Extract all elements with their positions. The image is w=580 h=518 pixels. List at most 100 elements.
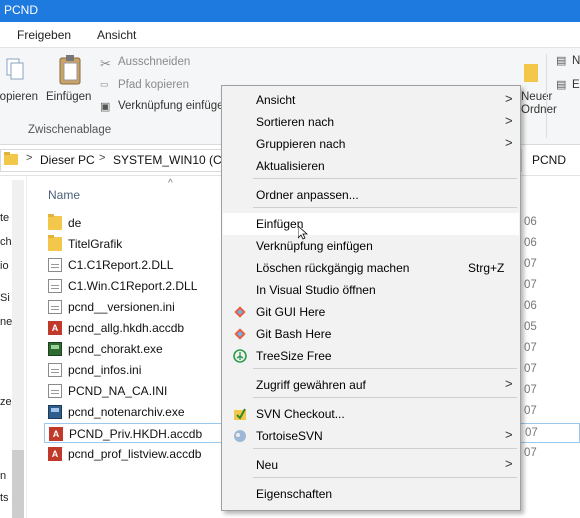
- file-date: 05: [524, 321, 537, 333]
- paste-shortcut-button[interactable]: Verknüpfung einfügen: [118, 100, 230, 112]
- menu-item[interactable]: Verknüpfung einfügen: [223, 235, 519, 257]
- ribbon-tabs: Freigeben Ansicht: [0, 22, 580, 48]
- document-icon: [48, 258, 62, 272]
- breadcrumb-pcnd[interactable]: PCND: [532, 153, 566, 167]
- submenu-arrow-icon: >: [505, 456, 513, 471]
- ribbon-separator: [546, 54, 547, 138]
- menu-item[interactable]: In Visual Studio öffnen: [223, 279, 519, 301]
- menu-item[interactable]: Git GUI Here: [223, 301, 519, 323]
- new-folder-line1[interactable]: Neuer: [521, 91, 552, 103]
- file-name: pcnd_chorakt.exe: [68, 342, 163, 356]
- menu-item-label: SVN Checkout...: [256, 407, 345, 421]
- file-name: TitelGrafik: [68, 237, 123, 251]
- menu-item[interactable]: Git Bash Here: [223, 323, 519, 345]
- submenu-arrow-icon: >: [505, 135, 513, 150]
- file-date: 07: [524, 405, 537, 417]
- copy-button[interactable]: Kopieren: [0, 91, 38, 103]
- new-item-button[interactable]: N: [572, 55, 580, 67]
- paste-icon[interactable]: [57, 54, 83, 86]
- window-title: PCND: [4, 3, 39, 17]
- nav-item[interactable]: ch: [0, 236, 12, 248]
- access-file-icon: A: [48, 447, 62, 461]
- file-date: 07: [524, 384, 537, 396]
- exe-file-icon: [48, 405, 62, 419]
- menu-item[interactable]: Neu >: [223, 454, 519, 476]
- copy-path-icon: ▭: [100, 79, 109, 89]
- file-name: de: [68, 216, 82, 230]
- folder-icon: [48, 214, 62, 230]
- file-date: 06: [524, 216, 537, 228]
- svn-checkout-icon: [233, 407, 247, 421]
- mouse-cursor-icon: [297, 225, 309, 240]
- tab-freigeben[interactable]: Freigeben: [17, 28, 71, 42]
- menu-item-shortcut: Strg+Z: [468, 261, 505, 275]
- menu-item[interactable]: Aktualisieren: [223, 155, 519, 177]
- breadcrumb-this-pc[interactable]: Dieser PC: [40, 153, 95, 167]
- cut-button[interactable]: Ausschneiden: [118, 56, 190, 68]
- menu-item-label: Verknüpfung einfügen: [256, 239, 373, 253]
- easy-access-button[interactable]: E: [572, 79, 580, 91]
- menu-item[interactable]: Zugriff gewähren auf >: [223, 374, 519, 396]
- menu-item[interactable]: Sortieren nach >: [223, 111, 519, 133]
- menu-item[interactable]: TortoiseSVN >: [223, 425, 519, 447]
- menu-separator: [253, 178, 517, 179]
- submenu-arrow-icon: >: [505, 376, 513, 391]
- menu-item[interactable]: TreeSize Free: [223, 345, 519, 367]
- file-name: pcnd__versionen.ini: [68, 300, 175, 314]
- menu-item-label: TortoiseSVN: [256, 429, 323, 443]
- paste-shortcut-icon: ▣: [100, 101, 111, 113]
- menu-item-label: Zugriff gewähren auf: [256, 378, 366, 392]
- file-date: 07: [524, 258, 537, 270]
- file-name: pcnd_infos.ini: [68, 363, 142, 377]
- nav-item[interactable]: ze: [0, 396, 12, 408]
- file-name: pcnd_notenarchiv.exe: [68, 405, 185, 419]
- menu-item-label: Git Bash Here: [256, 327, 332, 341]
- nav-item[interactable]: n: [0, 470, 6, 482]
- file-date: 06: [524, 300, 537, 312]
- document-icon: [48, 300, 62, 314]
- nav-scrollbar-thumb[interactable]: [12, 450, 24, 518]
- tab-ansicht[interactable]: Ansicht: [97, 28, 136, 42]
- nav-item[interactable]: Si: [0, 292, 10, 304]
- breadcrumb-separator: >: [26, 152, 33, 164]
- menu-separator: [253, 477, 517, 478]
- menu-item[interactable]: Ansicht >: [223, 89, 519, 111]
- copy-icon[interactable]: [6, 56, 24, 82]
- menu-item-label: Ansicht: [256, 93, 296, 107]
- file-name: pcnd_allg.hkdh.accdb: [68, 321, 185, 335]
- menu-item-label: Aktualisieren: [256, 159, 325, 173]
- menu-item[interactable]: Eigenschaften: [223, 483, 519, 505]
- folder-icon: [4, 152, 18, 165]
- file-name: C1.C1Report.2.DLL: [68, 258, 174, 272]
- tortoisesvn-icon: [233, 429, 247, 443]
- menu-item-label: TreeSize Free: [256, 349, 332, 363]
- menu-item-label: Git GUI Here: [256, 305, 326, 319]
- menu-item[interactable]: SVN Checkout...: [223, 403, 519, 425]
- nav-item[interactable]: io: [0, 260, 9, 272]
- submenu-arrow-icon: >: [505, 91, 513, 106]
- menu-item[interactable]: Einfügen: [223, 213, 519, 235]
- column-header-name[interactable]: Name: [48, 188, 80, 202]
- copy-path-button[interactable]: Pfad kopieren: [118, 79, 189, 91]
- menu-separator: [253, 207, 517, 208]
- menu-item-label: Einfügen: [256, 217, 304, 231]
- new-folder-line2[interactable]: Ordner: [521, 104, 557, 116]
- folder-icon: [48, 235, 62, 251]
- nav-item[interactable]: ne: [0, 316, 12, 328]
- menu-item-label: Sortieren nach: [256, 115, 335, 129]
- nav-item[interactable]: ts: [0, 492, 9, 504]
- file-date: 07: [524, 363, 537, 375]
- nav-item[interactable]: te: [0, 212, 9, 224]
- exe-file-icon: [48, 342, 62, 356]
- menu-item[interactable]: Löschen rückgängig machen Strg+Z: [223, 257, 519, 279]
- title-bar: PCND: [0, 0, 580, 22]
- paste-button[interactable]: Einfügen: [46, 91, 91, 103]
- cut-icon: ✂: [100, 56, 111, 71]
- access-file-icon: A: [49, 427, 63, 441]
- breadcrumb-drive[interactable]: SYSTEM_WIN10 (C:): [113, 153, 229, 167]
- file-date: 07: [524, 447, 537, 459]
- menu-item[interactable]: Gruppieren nach >: [223, 133, 519, 155]
- git-icon: [233, 305, 247, 319]
- access-file-icon: A: [48, 321, 62, 335]
- menu-item[interactable]: Ordner anpassen...: [223, 184, 519, 206]
